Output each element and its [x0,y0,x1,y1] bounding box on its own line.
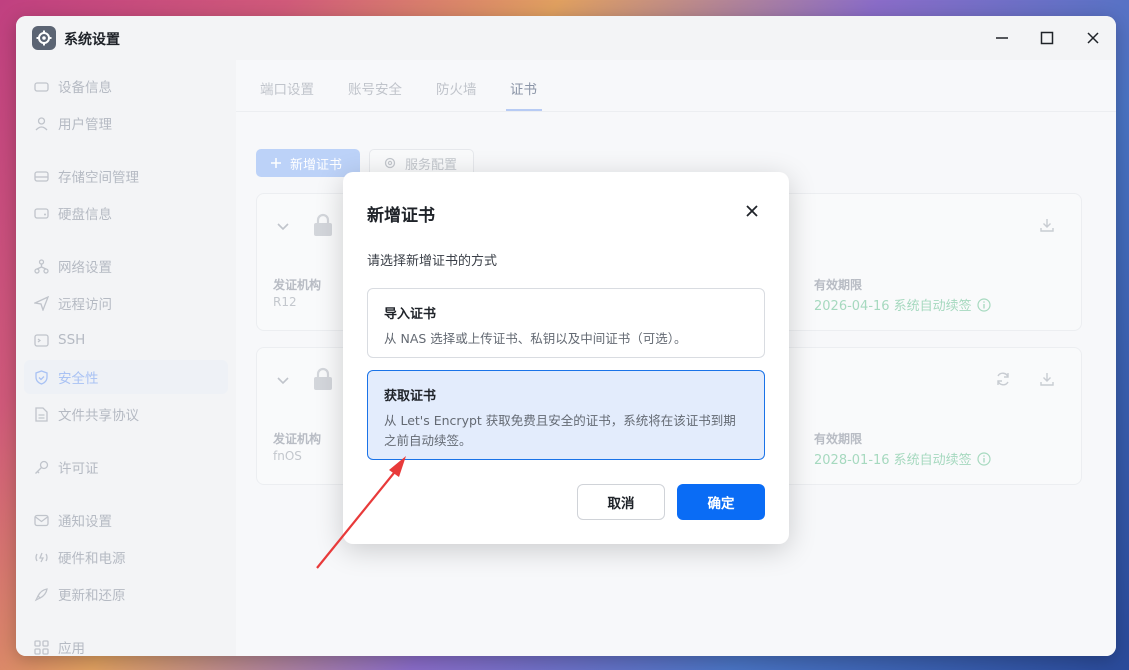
annotation-arrow [316,456,406,569]
